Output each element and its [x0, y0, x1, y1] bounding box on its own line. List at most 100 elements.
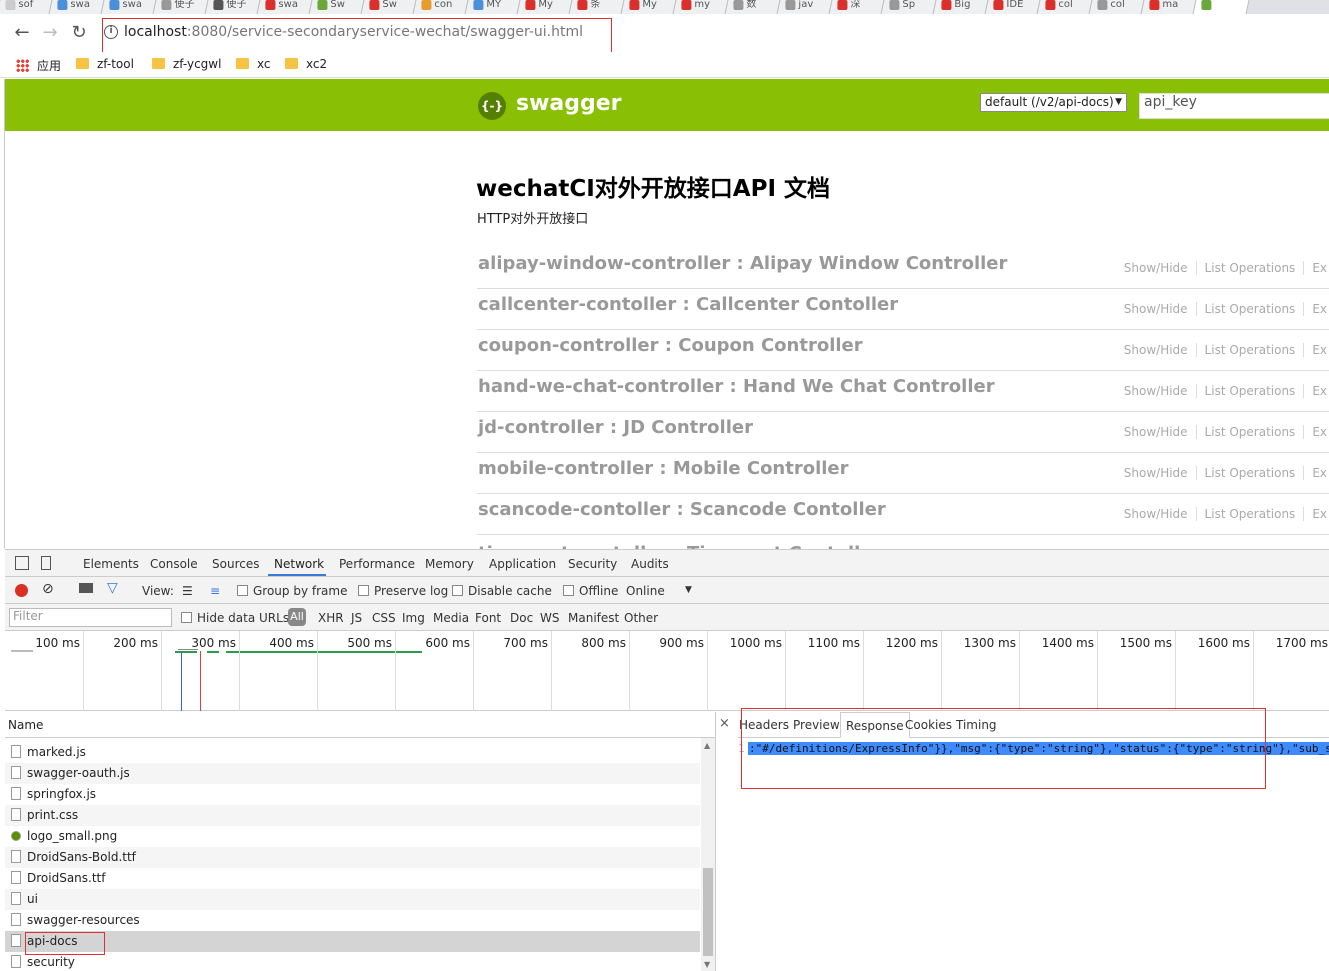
request-row[interactable]: swagger-resources	[5, 910, 700, 931]
request-row[interactable]: security	[5, 952, 700, 971]
scroll-up-icon[interactable]: ▲	[704, 741, 710, 750]
browser-tab[interactable]: 使子	[152, 0, 210, 14]
show-hide-link[interactable]: Show/Hide	[1115, 384, 1197, 398]
requests-scrollbar[interactable]: ▲ ▼	[701, 738, 715, 971]
camera-icon[interactable]	[79, 583, 93, 593]
group-by-frame-checkbox[interactable]: Group by frame	[237, 584, 347, 598]
devtools-tab-sources[interactable]: Sources	[212, 557, 259, 571]
bookmark-apps[interactable]: 应用	[16, 57, 61, 74]
filter-type-media[interactable]: Media	[433, 611, 469, 625]
detail-tab-response[interactable]: Response	[840, 712, 910, 738]
expand-operations-link[interactable]: Ex	[1304, 466, 1329, 480]
filter-type-css[interactable]: CSS	[372, 611, 396, 625]
filter-type-all[interactable]: All	[288, 608, 306, 626]
expand-operations-link[interactable]: Ex	[1304, 343, 1329, 357]
resource-name-link[interactable]: mobile-controller : Mobile Controller	[478, 458, 849, 479]
bookmark-xc[interactable]: xc	[236, 57, 271, 71]
disable-cache-checkbox[interactable]: Disable cache	[452, 584, 552, 598]
show-hide-link[interactable]: Show/Hide	[1115, 261, 1197, 275]
browser-tab[interactable]: col	[1088, 0, 1146, 14]
browser-tab[interactable]: IDE	[984, 0, 1042, 14]
devtools-tab-application[interactable]: Application	[489, 557, 556, 571]
request-row[interactable]: DroidSans-Bold.ttf	[5, 847, 700, 868]
devtools-tab-performance[interactable]: Performance	[339, 557, 415, 571]
filter-type-manifest[interactable]: Manifest	[568, 611, 619, 625]
bookmark-zf-ycgwl[interactable]: zf-ycgwl	[152, 57, 221, 71]
spec-select[interactable]: default (/v2/api-docs) ▼	[980, 93, 1127, 112]
browser-tab[interactable]: 条	[568, 0, 626, 14]
list-operations-link[interactable]: List Operations	[1196, 425, 1305, 439]
waterfall-view-icon[interactable]: ≡	[210, 584, 220, 598]
expand-operations-link[interactable]: Ex	[1304, 261, 1329, 275]
browser-tab[interactable]: swa	[256, 0, 314, 14]
browser-tab[interactable]: swa	[100, 0, 158, 14]
browser-tab[interactable]: sof	[0, 0, 54, 14]
reload-icon[interactable]: ↻	[68, 22, 90, 44]
request-row[interactable]: api-docs	[5, 931, 700, 952]
filter-type-ws[interactable]: WS	[540, 611, 559, 625]
response-text[interactable]: :"#/definitions/ExpressInfo"}},"msg":{"t…	[748, 742, 1329, 755]
filter-type-other[interactable]: Other	[624, 611, 658, 625]
preserve-log-checkbox[interactable]: Preserve log	[358, 584, 448, 598]
devtools-tab-elements[interactable]: Elements	[83, 557, 139, 571]
browser-tab[interactable]: Sw	[360, 0, 418, 14]
resource-name-link[interactable]: coupon-controller : Coupon Controller	[478, 335, 863, 356]
detail-tab-headers[interactable]: Headers	[739, 718, 789, 732]
devtools-tab-audits[interactable]: Audits	[631, 557, 669, 571]
scroll-down-icon[interactable]: ▼	[704, 960, 710, 969]
list-operations-link[interactable]: List Operations	[1196, 302, 1305, 316]
resource-name-link[interactable]: jd-controller : JD Controller	[478, 417, 753, 438]
browser-tab[interactable]: MY	[464, 0, 522, 14]
browser-tab[interactable]: Sw	[308, 0, 366, 14]
list-operations-link[interactable]: List Operations	[1196, 466, 1305, 480]
info-icon[interactable]: i	[104, 25, 118, 39]
list-operations-link[interactable]: List Operations	[1196, 261, 1305, 275]
list-view-icon[interactable]: ☰	[182, 584, 193, 598]
throttling-dropdown-icon[interactable]: ▼	[685, 585, 692, 595]
list-operations-link[interactable]: List Operations	[1196, 384, 1305, 398]
show-hide-link[interactable]: Show/Hide	[1115, 343, 1197, 357]
filter-type-xhr[interactable]: XHR	[318, 611, 344, 625]
offline-checkbox[interactable]: Offline	[563, 584, 618, 598]
record-icon[interactable]	[15, 584, 28, 597]
filter-type-doc[interactable]: Doc	[510, 611, 533, 625]
devtools-tab-network[interactable]: Network	[274, 557, 324, 571]
show-hide-link[interactable]: Show/Hide	[1115, 302, 1197, 316]
request-row[interactable]: marked.js	[5, 742, 700, 763]
address-bar[interactable]: i localhost:8080/service-secondaryservic…	[102, 20, 1329, 46]
inspect-element-icon[interactable]	[15, 556, 29, 570]
detail-tab-preview[interactable]: Preview	[793, 718, 840, 732]
request-row[interactable]: DroidSans.ttf	[5, 868, 700, 889]
show-hide-link[interactable]: Show/Hide	[1115, 507, 1197, 521]
browser-tab[interactable]: swa	[48, 0, 106, 14]
detail-tab-cookies[interactable]: Cookies	[905, 718, 952, 732]
browser-tab[interactable]: My	[516, 0, 574, 14]
browser-tab[interactable]: my	[672, 0, 730, 14]
request-row[interactable]: swagger-oauth.js	[5, 763, 700, 784]
resource-name-link[interactable]: callcenter-contoller : Callcenter Contol…	[478, 294, 898, 315]
devtools-tab-memory[interactable]: Memory	[425, 557, 474, 571]
devtools-tab-security[interactable]: Security	[568, 557, 617, 571]
filter-type-font[interactable]: Font	[475, 611, 501, 625]
expand-operations-link[interactable]: Ex	[1304, 425, 1329, 439]
devtools-tab-console[interactable]: Console	[150, 557, 198, 571]
browser-tab[interactable]: Big	[932, 0, 990, 14]
resource-name-link[interactable]: alipay-window-controller : Alipay Window…	[478, 253, 1007, 274]
device-toolbar-icon[interactable]	[41, 556, 51, 570]
show-hide-link[interactable]: Show/Hide	[1115, 466, 1197, 480]
back-arrow-icon[interactable]: ←	[11, 22, 33, 44]
filter-icon[interactable]: ▽	[107, 580, 118, 596]
request-row[interactable]: logo_small.png	[5, 826, 700, 847]
request-row[interactable]: springfox.js	[5, 784, 700, 805]
list-operations-link[interactable]: List Operations	[1196, 343, 1305, 357]
request-row[interactable]: ui	[5, 889, 700, 910]
browser-tab[interactable]: con	[412, 0, 470, 14]
swagger-logo-icon[interactable]: {-}	[478, 92, 506, 120]
browser-tab[interactable]: ma	[1140, 0, 1198, 14]
address-url[interactable]: localhost:8080/service-secondaryservice-…	[124, 24, 583, 40]
hide-data-urls-checkbox[interactable]: Hide data URLs	[181, 611, 289, 625]
expand-operations-link[interactable]: Ex	[1304, 384, 1329, 398]
resource-name-link[interactable]: scancode-contoller : Scancode Contoller	[478, 499, 886, 520]
show-hide-link[interactable]: Show/Hide	[1115, 425, 1197, 439]
browser-tab[interactable]	[1192, 0, 1250, 14]
